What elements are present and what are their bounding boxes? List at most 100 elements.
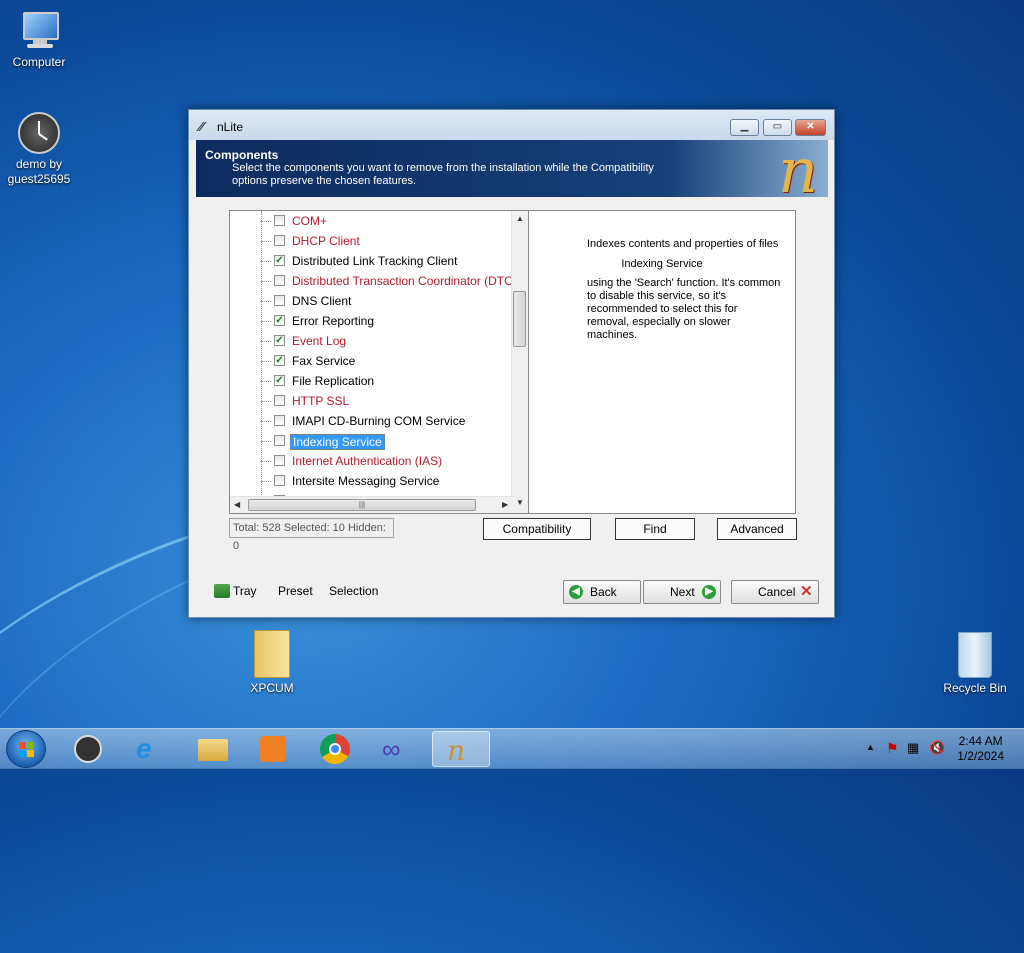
scroll-left-arrow-icon[interactable]: ◀	[234, 500, 240, 509]
back-button[interactable]: ◀ Back	[563, 580, 641, 604]
vertical-scrollbar[interactable]: ▲ ▼	[511, 211, 528, 513]
component-label: COM+	[292, 214, 328, 228]
tree-item[interactable]: Distributed Transaction Coordinator (DTC…	[230, 271, 517, 291]
tree-connector	[261, 321, 271, 322]
next-button[interactable]: Next ▶	[643, 580, 721, 604]
advanced-button[interactable]: Advanced	[717, 518, 797, 540]
component-checkbox[interactable]	[274, 415, 285, 426]
component-checkbox[interactable]	[274, 475, 285, 486]
component-label: IMAPI CD-Burning COM Service	[292, 414, 466, 428]
taskbar-media-player-icon[interactable]	[246, 731, 300, 767]
action-center-flag-icon[interactable]: ⚑	[886, 740, 899, 757]
tree-item[interactable]: Indexing Service	[230, 431, 516, 451]
minimize-button[interactable]: ▁	[730, 119, 759, 136]
clock-icon	[18, 112, 60, 154]
tree-item[interactable]: DNS Client	[230, 291, 516, 311]
volume-muted-icon[interactable]: 🔇	[929, 740, 945, 756]
start-button[interactable]	[6, 730, 46, 768]
scroll-down-arrow-icon[interactable]: ▼	[516, 498, 524, 507]
component-label: File Replication	[292, 374, 375, 388]
tree-item[interactable]: ✓ File Replication	[230, 371, 516, 391]
component-checkbox[interactable]	[274, 275, 285, 286]
components-panel: COM+ DHCP Client ✓ Distributed Link Trackin…	[196, 197, 828, 573]
description-line: Indexes contents and properties of files	[587, 238, 779, 250]
tree-connector	[261, 221, 271, 222]
taskbar-chrome-icon[interactable]	[308, 731, 362, 767]
find-button[interactable]: Find	[615, 518, 695, 540]
scroll-up-arrow-icon[interactable]: ▲	[516, 214, 524, 223]
window-title: nLite	[217, 120, 244, 134]
component-checkbox[interactable]: ✓	[274, 355, 285, 366]
status-summary: Total: 528 Selected: 10 Hidden: 0	[229, 518, 394, 552]
component-checkbox[interactable]: ✓	[274, 375, 285, 386]
tree-item[interactable]: ✓ Error Reporting	[230, 311, 516, 331]
horizontal-scrollbar[interactable]: ◀ ||| ▶	[230, 496, 514, 513]
component-label: Indexing Service	[290, 434, 385, 450]
component-checkbox[interactable]	[274, 455, 285, 466]
component-checkbox[interactable]: ✓	[274, 315, 285, 326]
desktop-icon-recycle-bin[interactable]: Recycle Bin	[937, 632, 1013, 696]
network-icon[interactable]: ▦	[907, 740, 919, 756]
nlite-window: ⁄⁄ nLite ▁ ▭ ✕ Components Select the com…	[188, 109, 835, 618]
scrollbar-thumb[interactable]	[513, 291, 526, 347]
component-checkbox[interactable]	[274, 395, 285, 406]
title-bar[interactable]: ⁄⁄ nLite ▁ ▭ ✕	[189, 110, 834, 140]
back-label: Back	[590, 585, 617, 599]
tree-item[interactable]: ✓ Distributed Link Tracking Client	[230, 251, 516, 271]
tree-item[interactable]: IMAPI CD-Burning COM Service	[230, 411, 516, 431]
desktop-icon-computer[interactable]: Computer	[1, 10, 77, 70]
header-banner: Components Select the components you wan…	[196, 134, 828, 207]
component-label: HTTP SSL	[292, 394, 350, 408]
taskbar-internet-explorer-icon[interactable]: e	[124, 731, 178, 767]
tree-connector	[261, 341, 271, 342]
taskbar-file-explorer-icon[interactable]	[186, 731, 240, 767]
tree-connector	[261, 421, 271, 422]
clock[interactable]: 2:44 AM 1/2/2024	[957, 734, 1004, 764]
tree-item[interactable]: ✓ Event Log	[230, 331, 516, 351]
component-checkbox[interactable]: ✓	[274, 255, 285, 266]
taskbar-infinity-app-icon[interactable]: ∞	[370, 731, 424, 767]
components-tree[interactable]: COM+ DHCP Client ✓ Distributed Link Trackin…	[229, 210, 529, 514]
desktop-icon-xpcum[interactable]: XPCUM	[234, 630, 310, 696]
scrollbar-thumb[interactable]: |||	[248, 499, 476, 511]
component-checkbox[interactable]	[274, 295, 285, 306]
tray-link[interactable]: Tray	[214, 584, 257, 598]
tree-connector	[261, 261, 271, 262]
taskbar-nlite-icon[interactable]: n	[432, 731, 490, 767]
tree-item[interactable]: COM+	[230, 211, 516, 231]
tree-connector	[261, 481, 271, 482]
tray-label: Tray	[233, 584, 257, 598]
component-label: Error Reporting	[292, 314, 375, 328]
tree-item[interactable]: DHCP Client	[230, 231, 516, 251]
taskbar-clock-app-icon[interactable]	[62, 731, 116, 767]
desktop-icon-label: Recycle Bin	[943, 681, 1007, 695]
component-label: Event Log	[292, 334, 347, 348]
tree-connector	[261, 361, 271, 362]
tree-connector	[261, 301, 271, 302]
tree-item[interactable]: ✓ Fax Service	[230, 351, 516, 371]
tree-item[interactable]: HTTP SSL	[230, 391, 516, 411]
back-arrow-icon: ◀	[569, 585, 583, 599]
description-panel: Indexes contents and properties of files…	[529, 210, 796, 514]
compatibility-button[interactable]: Compatibility	[483, 518, 591, 540]
show-hidden-icons-icon[interactable]: ▲	[866, 742, 875, 752]
tree-item[interactable]: Internet Authentication (IAS)	[230, 451, 516, 471]
system-tray: ▲ ⚑ ▦ 🔇 2:44 AM 1/2/2024	[844, 729, 1024, 769]
component-checkbox[interactable]: ✓	[274, 335, 285, 346]
next-arrow-icon: ▶	[702, 585, 716, 599]
cancel-button[interactable]: Cancel ✕	[731, 580, 819, 604]
tree-item[interactable]: Intersite Messaging Service	[230, 471, 516, 491]
component-checkbox[interactable]	[274, 235, 285, 246]
tree-connector	[261, 381, 271, 382]
windows-flag-icon	[19, 742, 35, 758]
selection-link[interactable]: Selection	[329, 584, 378, 598]
desktop-icon-demo[interactable]: demo by guest25695	[1, 112, 77, 187]
tree-connector	[261, 241, 271, 242]
preset-link[interactable]: Preset	[278, 584, 313, 598]
recycle-bin-icon	[958, 632, 992, 678]
computer-icon	[19, 10, 59, 52]
scroll-right-arrow-icon[interactable]: ▶	[502, 500, 508, 509]
component-checkbox[interactable]	[274, 435, 285, 446]
component-checkbox[interactable]	[274, 215, 285, 226]
download-icon	[214, 584, 230, 598]
